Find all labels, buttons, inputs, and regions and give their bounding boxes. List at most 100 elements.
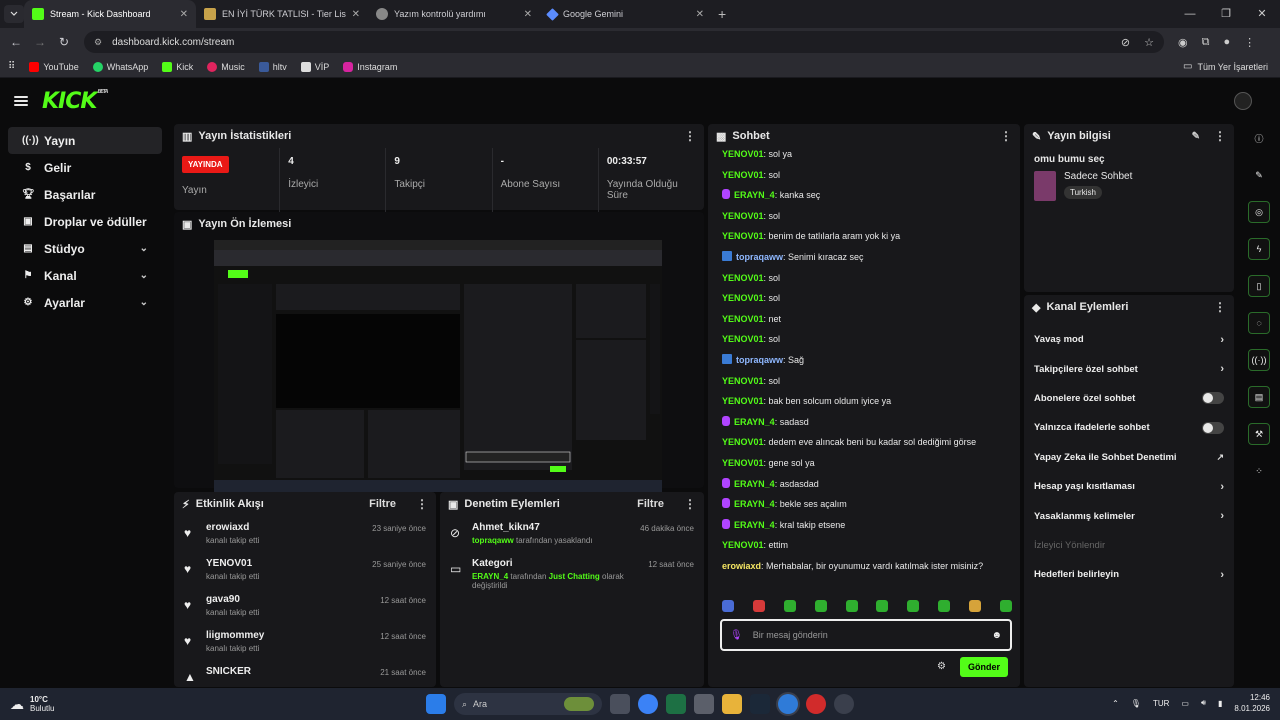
setting-account-age[interactable]: Hesap yaşı kısıtlaması › xyxy=(1024,472,1234,501)
avatar[interactable] xyxy=(1234,92,1252,110)
new-tab-button[interactable]: + xyxy=(718,6,726,22)
browser-tab[interactable]: Stream - Kick Dashboard ✕ xyxy=(24,0,196,28)
filter-button[interactable]: Filtre xyxy=(637,498,664,510)
back-icon[interactable]: ← xyxy=(4,35,28,49)
chat-username[interactable]: YENOV01 xyxy=(722,273,764,283)
eye-off-icon[interactable]: ⊘ xyxy=(1121,36,1130,49)
chrome-icon[interactable] xyxy=(778,694,798,714)
task-view-icon[interactable] xyxy=(610,694,630,714)
stream-preview-video[interactable] xyxy=(214,240,662,492)
chat-username[interactable]: YENOV01 xyxy=(722,458,764,468)
close-icon[interactable]: ✕ xyxy=(180,9,188,20)
forward-icon[interactable]: → xyxy=(28,35,52,49)
emote-icon[interactable] xyxy=(783,600,796,612)
chat-username[interactable]: erowiaxd xyxy=(722,561,761,571)
emote-icon[interactable] xyxy=(814,600,827,612)
send-button[interactable]: Gönder xyxy=(960,657,1008,677)
volume-icon[interactable]: 🔊︎ xyxy=(1201,698,1206,708)
apps-grid-icon[interactable]: ⠿ xyxy=(8,61,15,72)
monitor-icon[interactable]: ▭ xyxy=(1181,699,1189,708)
sidebar-item-settings[interactable]: ⚙ Ayarlar ⌄ xyxy=(8,289,162,316)
bookmark-music[interactable]: Music xyxy=(207,61,245,72)
chat-settings-gear-icon[interactable]: ⚙ xyxy=(937,661,946,672)
emote-icon[interactable] xyxy=(938,600,951,612)
layout-icon[interactable]: ▤ xyxy=(1248,386,1270,408)
battery-icon[interactable]: ▮ xyxy=(1218,699,1222,708)
info-icon[interactable]: ⓘ xyxy=(1248,127,1270,149)
bookmark-kick[interactable]: Kick xyxy=(162,61,193,72)
dots-group-icon[interactable]: ⁘ xyxy=(1248,460,1270,482)
chat-username[interactable]: YENOV01 xyxy=(722,231,764,241)
bookmark-youtube[interactable]: YouTube xyxy=(29,61,79,72)
browser-tab[interactable]: Google Gemini ✕ xyxy=(540,0,712,28)
chat-username[interactable]: ERAYN_4 xyxy=(734,479,775,489)
url-field[interactable]: ⚙ dashboard.kick.com/stream ⊘ ☆ xyxy=(84,31,1164,53)
kebab-menu-icon[interactable]: ⋮ xyxy=(1214,300,1226,314)
bookmark-hltv[interactable]: hltv xyxy=(258,61,287,72)
bookmark-instagram[interactable]: Instagram xyxy=(343,61,397,72)
subscribers-only-toggle[interactable] xyxy=(1202,392,1224,405)
chat-username[interactable]: YENOV01 xyxy=(722,540,764,550)
chat-username[interactable]: YENOV01 xyxy=(722,170,764,180)
language-indicator[interactable]: TUR xyxy=(1153,699,1169,708)
close-icon[interactable]: ✕ xyxy=(352,9,360,20)
emote-icon[interactable] xyxy=(999,600,1012,612)
kebab-menu-icon[interactable]: ⋮ xyxy=(1000,129,1012,143)
kebab-menu-icon[interactable]: ⋮ xyxy=(1214,129,1226,143)
emoji-icon[interactable]: ☻ xyxy=(991,630,1002,641)
kick-logo[interactable]: KICKBETA xyxy=(42,89,109,114)
emote-icon[interactable] xyxy=(845,600,858,612)
close-icon[interactable]: ✕ xyxy=(524,9,532,20)
chat-username[interactable]: ERAYN_4 xyxy=(734,190,775,200)
chat-username[interactable]: YENOV01 xyxy=(722,396,764,406)
pencil-icon[interactable]: ✎ xyxy=(1248,164,1270,186)
kebab-menu-icon[interactable]: ⋮ xyxy=(684,129,696,143)
bookmark-vip[interactable]: VİP xyxy=(300,61,329,72)
minimize-icon[interactable]: — xyxy=(1172,0,1208,28)
tab-search-button[interactable] xyxy=(4,5,24,23)
sidebar-item-channel[interactable]: ⚑ Kanal ⌄ xyxy=(8,262,162,289)
reload-icon[interactable]: ↻ xyxy=(52,35,76,49)
steam-icon[interactable] xyxy=(750,694,770,714)
setting-ai-moderation[interactable]: Yapay Zeka ile Sohbet Denetimi ↗ xyxy=(1024,443,1234,472)
clip-icon[interactable]: ◎ xyxy=(1248,201,1270,223)
sidebar-item-revenue[interactable]: $ Gelir xyxy=(8,154,162,181)
taskbar-search[interactable]: ⌕ Ara xyxy=(454,693,602,715)
folder-icon[interactable] xyxy=(722,694,742,714)
chat-message-input[interactable]: 🎙︎ Bir mesaj gönderin ☻ xyxy=(720,619,1012,651)
chat-username[interactable]: YENOV01 xyxy=(722,314,764,324)
kebab-menu-icon[interactable]: ⋮ xyxy=(684,497,696,511)
emote-icon[interactable] xyxy=(907,600,920,612)
weather-widget[interactable]: ☁ 10°C Bulutlu xyxy=(10,695,54,713)
chat-username[interactable]: topraqaww xyxy=(736,252,783,262)
setting-slow-mode[interactable]: Yavaş mod › xyxy=(1024,325,1234,354)
sidebar-item-studio[interactable]: ▤ Stüdyo ⌄ xyxy=(8,235,162,262)
browser-tab[interactable]: Yazım kontrolü yardımı ✕ xyxy=(368,0,540,28)
emote-icon[interactable] xyxy=(752,600,765,612)
browser-tab[interactable]: EN İYİ TÜRK TATLISI - Tier List, ✕ xyxy=(196,0,368,28)
chat-username[interactable]: YENOV01 xyxy=(722,437,764,447)
chat-username[interactable]: YENOV01 xyxy=(722,149,764,159)
filter-button[interactable]: Filtre xyxy=(369,498,396,510)
maximize-icon[interactable]: ❐ xyxy=(1208,0,1244,28)
copilot-icon[interactable] xyxy=(638,694,658,714)
lightning-icon[interactable]: ϟ xyxy=(1248,238,1270,260)
close-window-icon[interactable]: ✕ xyxy=(1244,0,1280,28)
windows-start-icon[interactable] xyxy=(426,694,446,714)
chat-username[interactable]: YENOV01 xyxy=(722,334,764,344)
sidebar-item-drops[interactable]: ▣ Droplar ve ödüller xyxy=(8,208,162,235)
hamburger-menu-icon[interactable] xyxy=(14,96,28,106)
app-icon[interactable] xyxy=(834,694,854,714)
close-icon[interactable]: ✕ xyxy=(696,9,704,20)
puzzle-icon[interactable]: ⧉ xyxy=(1202,36,1210,49)
broadcast-icon[interactable]: ((·)) xyxy=(1248,349,1270,371)
chat-username[interactable]: YENOV01 xyxy=(722,376,764,386)
chevron-up-icon[interactable]: ⌃ xyxy=(1112,699,1119,708)
star-icon[interactable]: ☆ xyxy=(1144,36,1154,49)
setting-followers-only[interactable]: Takipçilere özel sohbet › xyxy=(1024,354,1234,383)
setting-goals[interactable]: Hedefleri belirleyin › xyxy=(1024,560,1234,589)
wrench-icon[interactable]: ⚒ xyxy=(1248,423,1270,445)
kebab-menu-icon[interactable]: ⋮ xyxy=(416,497,428,511)
chat-username[interactable]: YENOV01 xyxy=(722,211,764,221)
chat-username[interactable]: ERAYN_4 xyxy=(734,417,775,427)
